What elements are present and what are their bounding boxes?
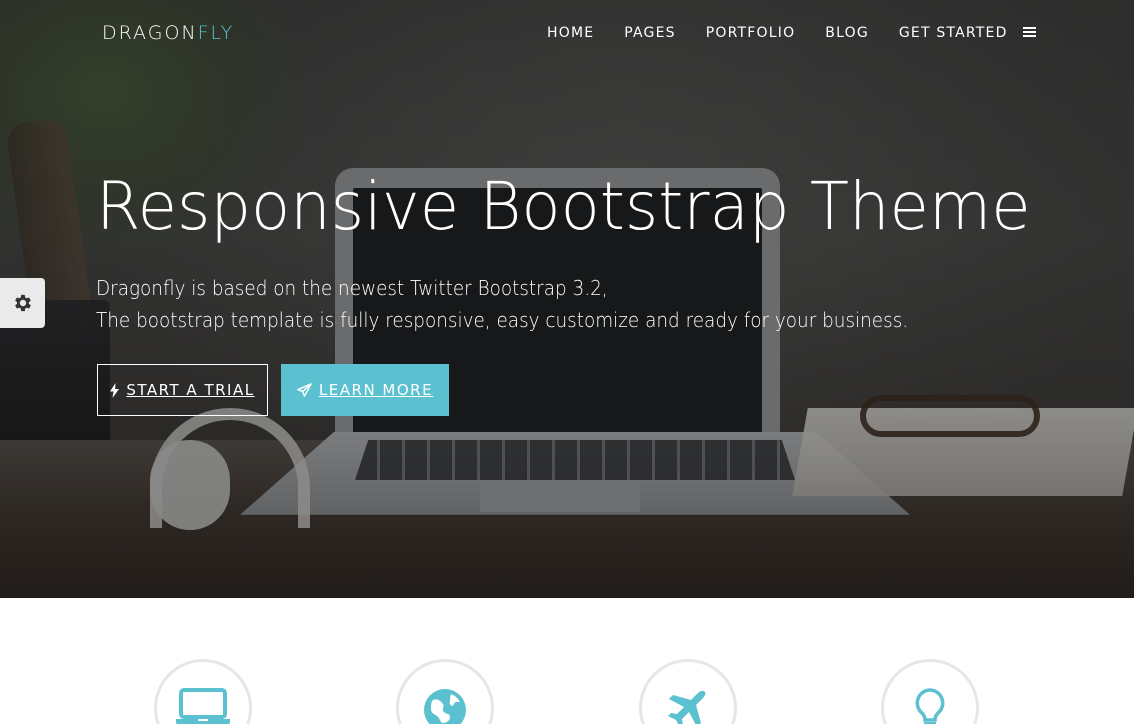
nav-item-home[interactable]: HOME	[547, 25, 594, 41]
start-trial-label: START A TRIAL	[126, 381, 255, 399]
plane-icon	[668, 690, 706, 724]
learn-more-button[interactable]: LEARN MORE	[281, 364, 449, 416]
nav-item-portfolio[interactable]: PORTFOLIO	[706, 25, 796, 41]
hero-subtitle-line-2: The bootstrap template is fully responsi…	[96, 308, 909, 332]
hero-title: Responsive Bootstrap Theme	[96, 168, 1031, 245]
gear-icon	[14, 294, 31, 312]
nav-item-get-started[interactable]: GET STARTED	[899, 25, 1008, 41]
settings-toggle-button[interactable]	[0, 278, 45, 328]
feature-circle-plane	[639, 659, 737, 724]
nav-item-blog[interactable]: BLOG	[825, 25, 869, 41]
start-trial-button[interactable]: START A TRIAL	[97, 364, 268, 416]
nav-item-pages[interactable]: PAGES	[624, 25, 675, 41]
feature-circle-lightbulb	[881, 659, 979, 724]
laptop-icon	[176, 688, 230, 724]
main-nav: HOME PAGES PORTFOLIO BLOG GET STARTED	[547, 25, 1038, 41]
feature-circle-globe	[396, 659, 494, 724]
bars-icon[interactable]	[1023, 27, 1036, 38]
paper-plane-icon	[297, 382, 312, 398]
hero-subtitle-line-1: Dragonfly is based on the newest Twitter…	[96, 276, 608, 300]
hero-subtitle: Dragonfly is based on the newest Twitter…	[96, 272, 908, 336]
brand-part-1: DRAGON	[102, 22, 198, 44]
lightbulb-icon	[915, 688, 945, 724]
bolt-icon	[110, 382, 120, 398]
learn-more-label: LEARN MORE	[318, 381, 434, 399]
feature-circle-laptop	[154, 659, 252, 724]
globe-icon	[424, 689, 466, 724]
brand-part-2: FLY	[197, 22, 235, 44]
brand-logo[interactable]: DRAGONFLY	[102, 22, 234, 44]
